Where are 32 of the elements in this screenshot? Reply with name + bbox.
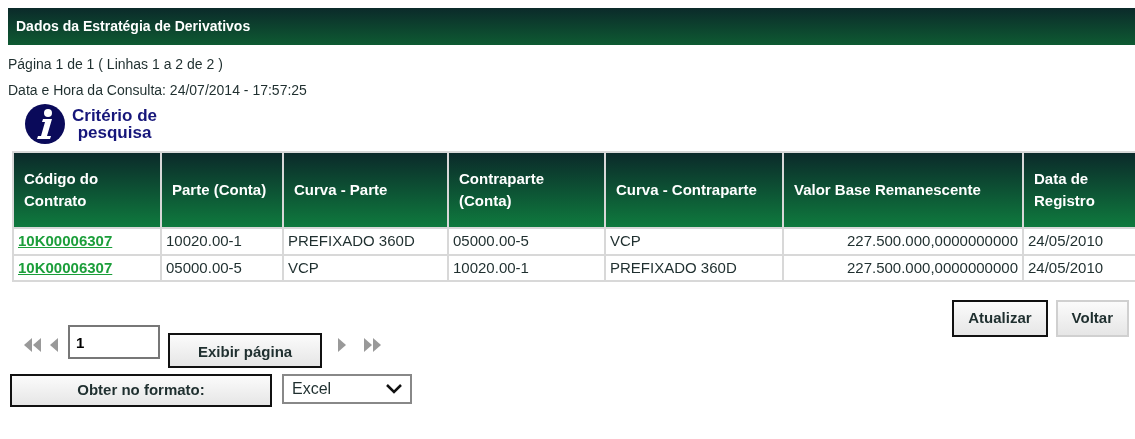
chevron-down-icon xyxy=(386,384,402,394)
panel-title: Dados da Estratégia de Derivativos xyxy=(8,8,1135,45)
info-icon xyxy=(24,103,66,145)
table-cell: 227.500.000,0000000000 xyxy=(783,228,1023,255)
table-cell: 05000.00-5 xyxy=(448,228,605,255)
show-page-button[interactable]: Exibir página xyxy=(168,332,323,368)
previous-page-icon[interactable] xyxy=(50,338,60,353)
format-dropdown[interactable]: Excel xyxy=(282,374,412,404)
column-header: Parte (Conta) xyxy=(161,152,283,228)
export-button[interactable]: Obter no formato: xyxy=(10,374,272,407)
table-cell: VCP xyxy=(605,228,783,255)
table-cell: 227.500.000,0000000000 xyxy=(783,254,1023,281)
table-cell: PREFIXADO 360D xyxy=(605,254,783,281)
column-header: Valor Base Remanescente xyxy=(783,152,1023,228)
table-cell: VCP xyxy=(283,254,448,281)
refresh-button[interactable]: Atualizar xyxy=(952,300,1048,337)
table-cell: 05000.00-5 xyxy=(161,254,283,281)
page-number-field[interactable]: 1 xyxy=(68,325,160,360)
page-info: Página 1 de 1 ( Linhas 1 a 2 de 2 ) xyxy=(8,55,224,74)
last-page-icon[interactable] xyxy=(364,338,383,353)
search-criteria-link[interactable]: Critério de pesquisa xyxy=(24,103,158,145)
back-button[interactable]: Voltar xyxy=(1055,300,1129,337)
column-header: Curva - Parte xyxy=(283,152,448,228)
column-header: Data de Registro xyxy=(1023,152,1135,228)
table-cell: 10020.00-1 xyxy=(161,228,283,255)
column-header: Contraparte (Conta) xyxy=(448,152,605,228)
column-header: Curva - Contraparte xyxy=(605,152,783,228)
table-cell: 10020.00-1 xyxy=(448,254,605,281)
column-header: Código do Contrato xyxy=(13,152,161,228)
table-cell: PREFIXADO 360D xyxy=(283,228,448,255)
first-page-icon[interactable] xyxy=(24,338,42,353)
query-time: Data e Hora da Consulta: 24/07/2014 - 17:57:25 xyxy=(8,81,308,100)
